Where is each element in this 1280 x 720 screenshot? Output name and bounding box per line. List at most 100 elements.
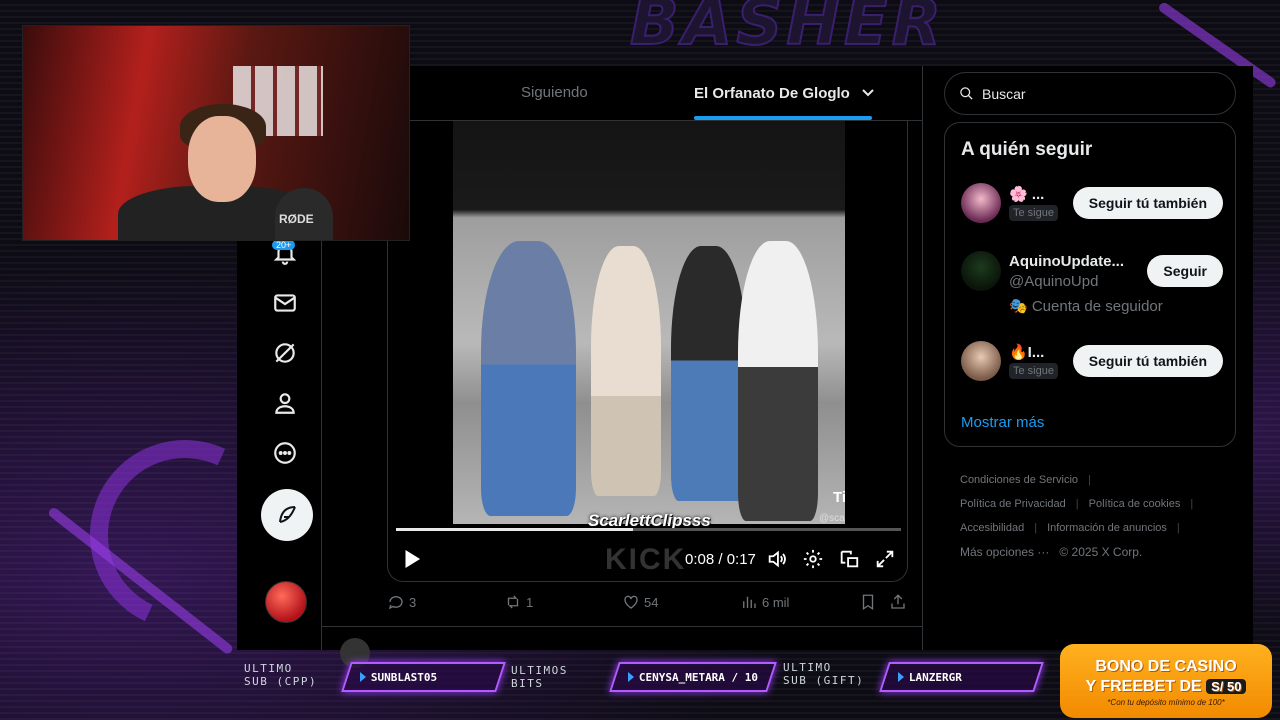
video-player[interactable]: TikTok @scarlettclipsss ScarlettClipsss … bbox=[387, 121, 908, 582]
suggestion-1-avatar[interactable] bbox=[961, 183, 1001, 223]
suggestion-1-name[interactable]: 🌸 ... bbox=[1009, 185, 1044, 203]
volume-button[interactable] bbox=[766, 548, 790, 572]
tweet-divider bbox=[322, 626, 922, 627]
suggestion-3-avatar[interactable] bbox=[961, 341, 1001, 381]
suggestion-1[interactable]: 🌸 ... Te sigue Seguir tú también bbox=[961, 183, 1223, 233]
ads-info-link[interactable]: Información de anuncios bbox=[1047, 522, 1167, 534]
settings-button[interactable] bbox=[802, 548, 826, 572]
suggestion-2-handle: @AquinoUpd bbox=[1009, 273, 1099, 290]
picture-in-picture-button[interactable] bbox=[838, 548, 862, 572]
last-gift-label-line2: SUB (GIFT) bbox=[783, 674, 865, 687]
last-bits-name: CENYSA_METARA / 10 bbox=[639, 670, 759, 684]
notification-badge: 20+ bbox=[272, 240, 296, 250]
last-sub-label-line2: SUB (CPP) bbox=[244, 675, 318, 688]
video-timecode: 0:08 / 0:17 bbox=[685, 551, 756, 568]
suggestion-3[interactable]: 🔥I... Te sigue Seguir tú también bbox=[961, 341, 1223, 391]
suggestion-3-name[interactable]: 🔥I... bbox=[1009, 343, 1044, 361]
who-to-follow-title: A quién seguir bbox=[961, 139, 1093, 160]
gear-icon bbox=[803, 549, 823, 569]
streamer-webcam: RØDE bbox=[22, 25, 410, 241]
mail-icon bbox=[274, 294, 296, 312]
triangle-icon bbox=[360, 672, 366, 682]
follow-back-button-1[interactable]: Seguir tú también bbox=[1072, 187, 1223, 219]
last-bits-label-line2: BITS bbox=[511, 677, 544, 690]
last-sub-name: SUNBLAST05 bbox=[371, 670, 438, 684]
compose-post-button[interactable] bbox=[261, 489, 313, 541]
triangle-icon bbox=[628, 672, 634, 682]
casino-bonus-ad[interactable]: BONO DE CASINO Y FREEBET DE S/ 50 *Con t… bbox=[1060, 644, 1272, 718]
like-action[interactable]: 54 bbox=[622, 593, 658, 611]
play-icon bbox=[405, 550, 421, 568]
tiktok-username: @scarlettclipsss bbox=[819, 513, 845, 524]
last-sub-box: SUNBLAST05 bbox=[341, 662, 506, 692]
suggestion-2-avatar[interactable] bbox=[961, 251, 1001, 291]
mic-brand-label: RØDE bbox=[279, 212, 314, 226]
person-1 bbox=[481, 241, 576, 516]
last-sub-label-line1: ULTIMO bbox=[244, 662, 293, 675]
heart-icon bbox=[624, 595, 638, 609]
play-button[interactable] bbox=[400, 548, 424, 572]
grok-nav[interactable] bbox=[263, 331, 307, 375]
active-tab-indicator bbox=[694, 116, 872, 120]
reply-icon bbox=[388, 596, 403, 610]
tweet-actions: 3 1 54 6 mil bbox=[387, 593, 908, 617]
bookmark-icon bbox=[862, 594, 874, 611]
bar-chart-icon bbox=[743, 596, 756, 608]
footer-separator: | bbox=[1088, 474, 1091, 486]
follows-you-badge: Te sigue bbox=[1009, 363, 1058, 379]
show-more-link[interactable]: Mostrar más bbox=[961, 414, 1044, 431]
casino-headline: BONO DE CASINO bbox=[1095, 658, 1237, 675]
share-action[interactable] bbox=[889, 593, 907, 611]
more-nav[interactable] bbox=[263, 431, 307, 475]
more-options-link[interactable]: Más opciones ··· bbox=[960, 545, 1049, 559]
search-input[interactable] bbox=[982, 85, 1202, 102]
tiktok-logo-text: TikTok bbox=[833, 489, 845, 506]
view-count: 6 mil bbox=[762, 594, 790, 610]
follow-button-2[interactable]: Seguir bbox=[1147, 255, 1223, 287]
terms-link[interactable]: Condiciones de Servicio bbox=[960, 474, 1078, 486]
suggestion-2-meta: 🎭 Cuenta de seguidor bbox=[1009, 298, 1163, 315]
basher-logo: BASHER bbox=[629, 0, 945, 61]
reply-action[interactable]: 3 bbox=[387, 593, 416, 611]
share-icon bbox=[891, 594, 905, 609]
messages-nav[interactable] bbox=[263, 281, 307, 325]
chevron-down-icon[interactable] bbox=[860, 84, 876, 100]
suggestion-2[interactable]: AquinoUpdate... @AquinoUpd 🎭 Cuenta de s… bbox=[961, 251, 1223, 321]
grok-icon bbox=[275, 343, 295, 363]
footer-links: Condiciones de Servicio | Política de Pri… bbox=[960, 468, 1230, 564]
casino-amount: S/ 50 bbox=[1206, 679, 1247, 694]
casino-subline: Y FREEBET DE S/ 50 bbox=[1060, 678, 1272, 696]
last-sub-label: ULTIMO SUB (CPP) bbox=[244, 662, 317, 688]
footer-separator: | bbox=[1190, 498, 1194, 510]
views-action[interactable]: 6 mil bbox=[740, 593, 789, 611]
speaker-icon bbox=[768, 550, 786, 568]
cookies-link[interactable]: Política de cookies bbox=[1089, 498, 1181, 510]
person-4 bbox=[738, 241, 818, 521]
privacy-link[interactable]: Política de Privacidad bbox=[960, 498, 1066, 510]
webcam-streamer-face bbox=[188, 116, 256, 202]
search-box[interactable] bbox=[944, 72, 1236, 115]
follows-you-badge: Te sigue bbox=[1009, 205, 1058, 221]
suggestion-2-name[interactable]: AquinoUpdate... bbox=[1009, 253, 1124, 270]
reply-count: 3 bbox=[409, 594, 417, 610]
video-frame[interactable]: TikTok @scarlettclipsss bbox=[453, 121, 845, 524]
copyright-text: © 2025 X Corp. bbox=[1059, 545, 1143, 559]
last-gift-name: LANZERGR bbox=[909, 670, 962, 684]
repost-action[interactable]: 1 bbox=[504, 593, 533, 611]
tab-el-orfanato-de-gloglo[interactable]: El Orfanato De Gloglo bbox=[694, 84, 876, 102]
account-avatar[interactable] bbox=[265, 581, 307, 623]
search-icon bbox=[960, 87, 973, 100]
last-bits-label: ULTIMOS BITS bbox=[511, 664, 568, 690]
fullscreen-button[interactable] bbox=[874, 548, 898, 572]
casino-subline-text: Y FREEBET DE bbox=[1085, 678, 1202, 695]
footer-separator: | bbox=[1034, 522, 1038, 534]
follow-back-button-3[interactable]: Seguir tú también bbox=[1072, 345, 1223, 377]
repost-icon bbox=[507, 595, 519, 609]
footer-separator: | bbox=[1075, 498, 1079, 510]
tab-siguiendo[interactable]: Siguiendo bbox=[521, 84, 588, 101]
profile-nav[interactable] bbox=[263, 381, 307, 425]
bookmark-action[interactable] bbox=[859, 593, 877, 611]
accessibility-link[interactable]: Accesibilidad bbox=[960, 522, 1024, 534]
casino-fine-print: *Con tu depósito mínimo de 100* bbox=[1107, 698, 1225, 707]
video-progress-fill bbox=[396, 528, 633, 531]
